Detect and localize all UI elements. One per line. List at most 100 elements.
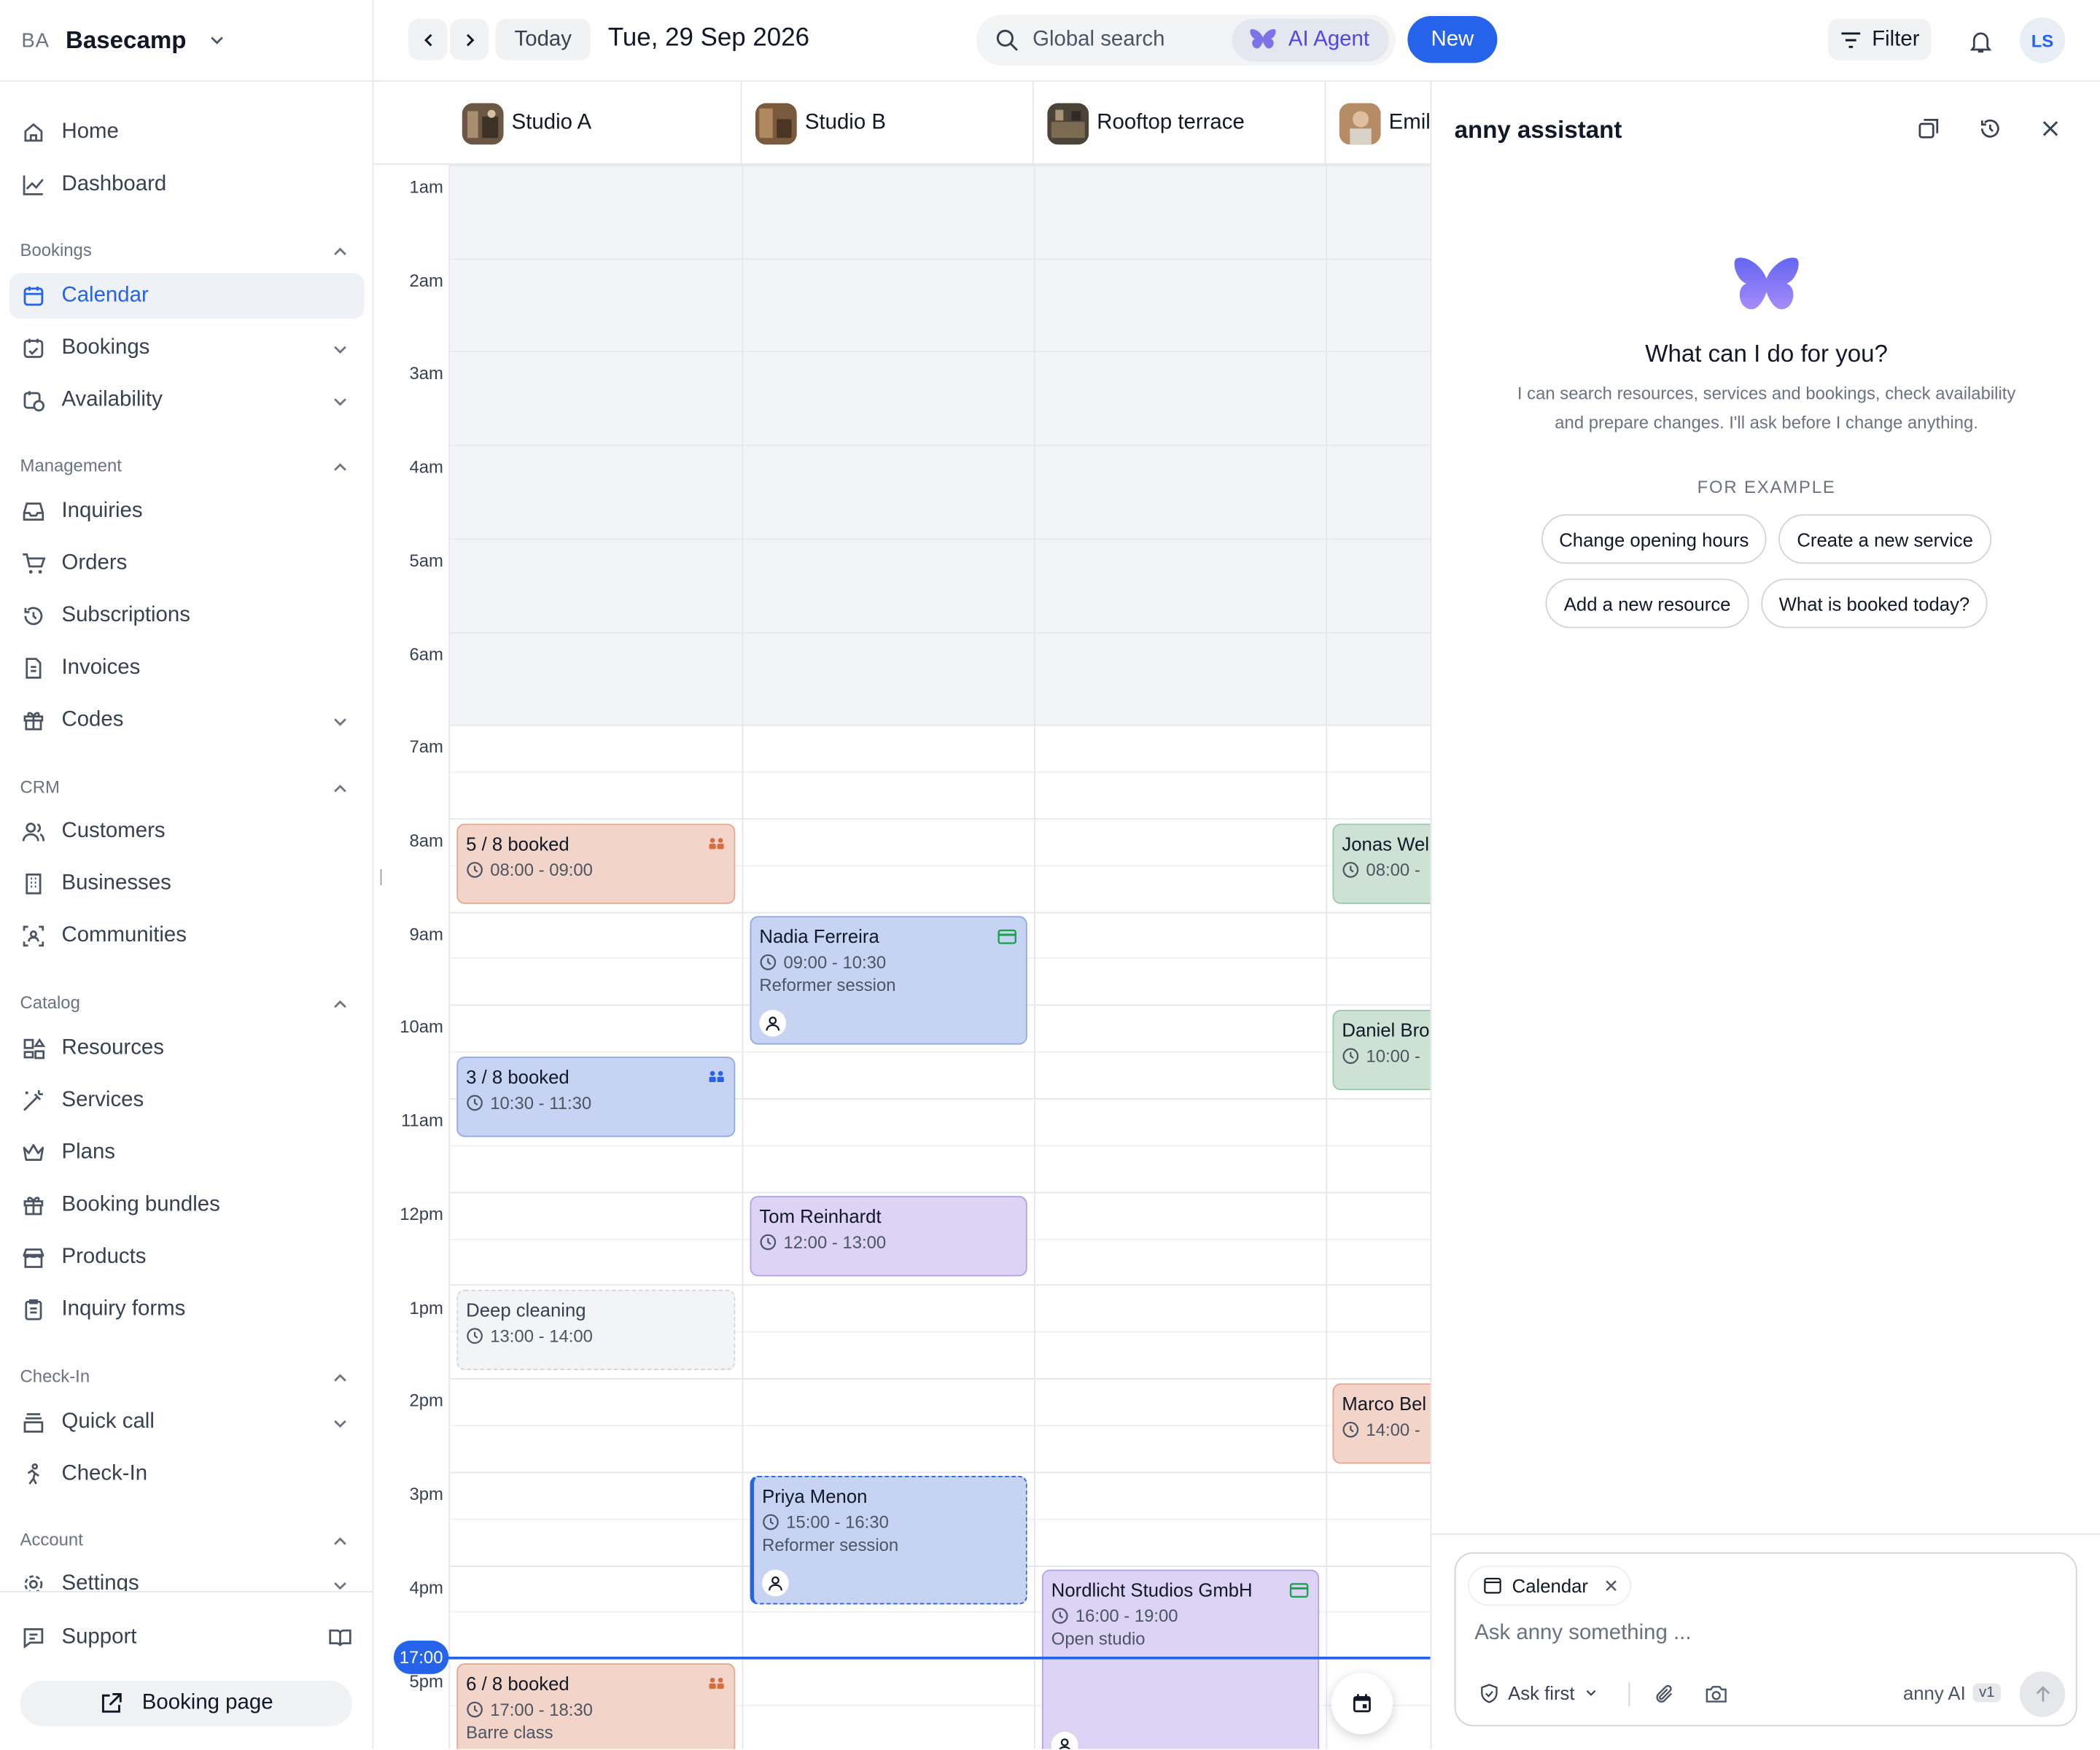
example-chip[interactable]: What is booked today? (1761, 578, 1988, 629)
context-chip[interactable]: Calendar (1469, 1566, 1630, 1605)
sidebar-item-bookings[interactable]: Bookings (9, 325, 365, 370)
workspace-badge: BA (21, 28, 50, 52)
model-label: anny AI (1902, 1681, 1966, 1704)
assistant-input[interactable]: Ask anny something ... (1474, 1622, 1691, 1646)
sidebar-item-plans[interactable]: Plans (9, 1130, 365, 1175)
sidebar-item-availability[interactable]: Availability (9, 378, 365, 423)
event-card[interactable]: Daniel Bro 10:00 - (1332, 1009, 1431, 1091)
example-chip[interactable]: Create a new service (1778, 514, 1992, 564)
model-selector[interactable]: anny AI v1 (1903, 1682, 2002, 1703)
sidebar-item-calendar[interactable]: Calendar (9, 273, 365, 319)
bell-icon[interactable] (1969, 29, 1993, 53)
event-card-selected[interactable]: Priya Menon 15:00 - 16:30 Reformer sessi… (750, 1476, 1027, 1605)
popout-icon[interactable] (1916, 117, 1940, 141)
sidebar-item-label: Plans (61, 1140, 116, 1164)
resource-header-studio-b[interactable]: Studio B (743, 82, 1034, 165)
sidebar-item-customers[interactable]: Customers (9, 809, 365, 854)
sidebar-item-inquiries[interactable]: Inquiries (9, 489, 365, 534)
resource-header-emil[interactable]: Emil (1327, 82, 1431, 165)
ai-agent-button[interactable]: AI Agent (1232, 18, 1389, 62)
context-chip-label: Calendar (1512, 1574, 1589, 1597)
credit-card-icon (1289, 1583, 1309, 1598)
app-root: BA Basecamp Home Dashboard Bookings Cale… (0, 0, 2100, 1749)
today-button[interactable]: Today (495, 18, 591, 61)
clock-icon (760, 1234, 777, 1251)
hour-label: 5am (409, 550, 443, 571)
booking-page-button[interactable]: Booking page (20, 1681, 353, 1727)
event-card[interactable]: Deep cleaning 13:00 - 14:00 (456, 1289, 736, 1370)
sidebar-item-support[interactable]: Support (9, 1615, 365, 1660)
gear-icon (24, 1575, 43, 1591)
sidebar-item-booking-bundles[interactable]: Booking bundles (9, 1183, 365, 1228)
resize-handle[interactable] (380, 869, 382, 886)
workspace-switcher[interactable]: BA Basecamp (0, 0, 373, 82)
section-checkin[interactable]: Check-In (20, 1366, 353, 1386)
sidebar-item-inquiry-forms[interactable]: Inquiry forms (9, 1287, 365, 1332)
resource-header-rooftop-terrace[interactable]: Rooftop terrace (1035, 82, 1326, 165)
section-account[interactable]: Account (20, 1530, 353, 1549)
sidebar-item-label: Bookings (61, 336, 150, 359)
sidebar-item-orders[interactable]: Orders (9, 541, 365, 586)
sidebar-item-businesses[interactable]: Businesses (9, 861, 365, 906)
sidebar-item-resources[interactable]: Resources (9, 1026, 365, 1071)
event-card[interactable]: 6 / 8 booked 17:00 - 18:30 Barre class (456, 1663, 736, 1749)
sidebar-item-communities[interactable]: Communities (9, 914, 365, 959)
sidebar-item-dashboard[interactable]: Dashboard (9, 162, 365, 207)
sidebar-item-label: Inquiries (61, 499, 143, 523)
sidebar-item-settings[interactable]: Settings (9, 1562, 365, 1591)
hour-line (450, 444, 1431, 446)
remove-icon[interactable] (1604, 1579, 1617, 1592)
section-bookings[interactable]: Bookings (20, 240, 353, 260)
book-icon (329, 1629, 351, 1646)
send-button[interactable] (2019, 1671, 2066, 1717)
resource-header-studio-a[interactable]: Studio A (450, 82, 742, 165)
jump-to-date-button[interactable] (1331, 1673, 1393, 1735)
new-button[interactable]: New (1407, 16, 1498, 63)
hour-label: 6am (409, 644, 443, 665)
event-card[interactable]: Jonas Wel 08:00 - (1332, 823, 1431, 904)
example-chip[interactable]: Add a new resource (1545, 578, 1749, 629)
global-search[interactable]: Global search AI Agent (976, 15, 1396, 66)
section-crm[interactable]: CRM (20, 777, 353, 797)
hour-label: 1pm (409, 1297, 443, 1318)
section-management[interactable]: Management (20, 455, 353, 475)
sidebar-item-label: Services (61, 1089, 144, 1112)
camera-icon[interactable] (1705, 1684, 1727, 1705)
gift-icon (23, 1197, 44, 1216)
sidebar-item-quick-call[interactable]: Quick call (9, 1399, 365, 1444)
butterfly-icon (1250, 28, 1276, 49)
sidebar-item-subscriptions[interactable]: Subscriptions (9, 594, 365, 639)
current-time-badge: 17:00 (393, 1640, 449, 1674)
event-subtitle: Open studio (1051, 1628, 1146, 1649)
sidebar-item-home[interactable]: Home (9, 110, 365, 155)
sidebar-item-products[interactable]: Products (9, 1234, 365, 1280)
next-day-button[interactable] (450, 18, 489, 61)
sidebar-item-check-in[interactable]: Check-In (9, 1452, 365, 1497)
event-card[interactable]: Tom Reinhardt 12:00 - 13:00 (750, 1196, 1027, 1277)
butterfly-logo-icon (1734, 257, 1799, 310)
event-title: 3 / 8 booked (466, 1066, 569, 1088)
user-avatar[interactable]: LS (2019, 17, 2066, 63)
close-icon[interactable] (2041, 119, 2060, 138)
model-version-badge: v1 (1972, 1683, 2002, 1703)
example-chip[interactable]: Change opening hours (1541, 514, 1767, 564)
top-bar: Today Tue, 29 Sep 2026 Global search AI … (373, 0, 2100, 82)
sidebar-item-invoices[interactable]: Invoices (9, 645, 365, 691)
arrow-up-icon (2035, 1685, 2050, 1701)
clock-icon (760, 954, 777, 971)
history-icon[interactable] (1978, 117, 2002, 141)
sidebar-item-codes[interactable]: Codes (9, 698, 365, 743)
mode-select[interactable]: Ask first (1480, 1682, 1598, 1703)
paperclip-icon[interactable] (1654, 1684, 1675, 1705)
section-catalog[interactable]: Catalog (20, 992, 353, 1013)
event-time: 14:00 - (1366, 1419, 1420, 1440)
prev-day-button[interactable] (408, 18, 448, 61)
event-card[interactable]: 5 / 8 booked 08:00 - 09:00 (456, 823, 736, 904)
filter-label: Filter (1872, 27, 1920, 50)
assistant-description-line2: and prepare changes. I'll ask before I c… (1555, 412, 1978, 433)
event-card[interactable]: Nadia Ferreira 09:00 - 10:30 Reformer se… (750, 916, 1027, 1045)
event-card[interactable]: Marco Bel 14:00 - (1332, 1383, 1431, 1464)
filter-button[interactable]: Filter (1828, 18, 1932, 61)
sidebar-item-services[interactable]: Services (9, 1078, 365, 1124)
event-card[interactable]: 3 / 8 booked 10:30 - 11:30 (456, 1057, 736, 1138)
